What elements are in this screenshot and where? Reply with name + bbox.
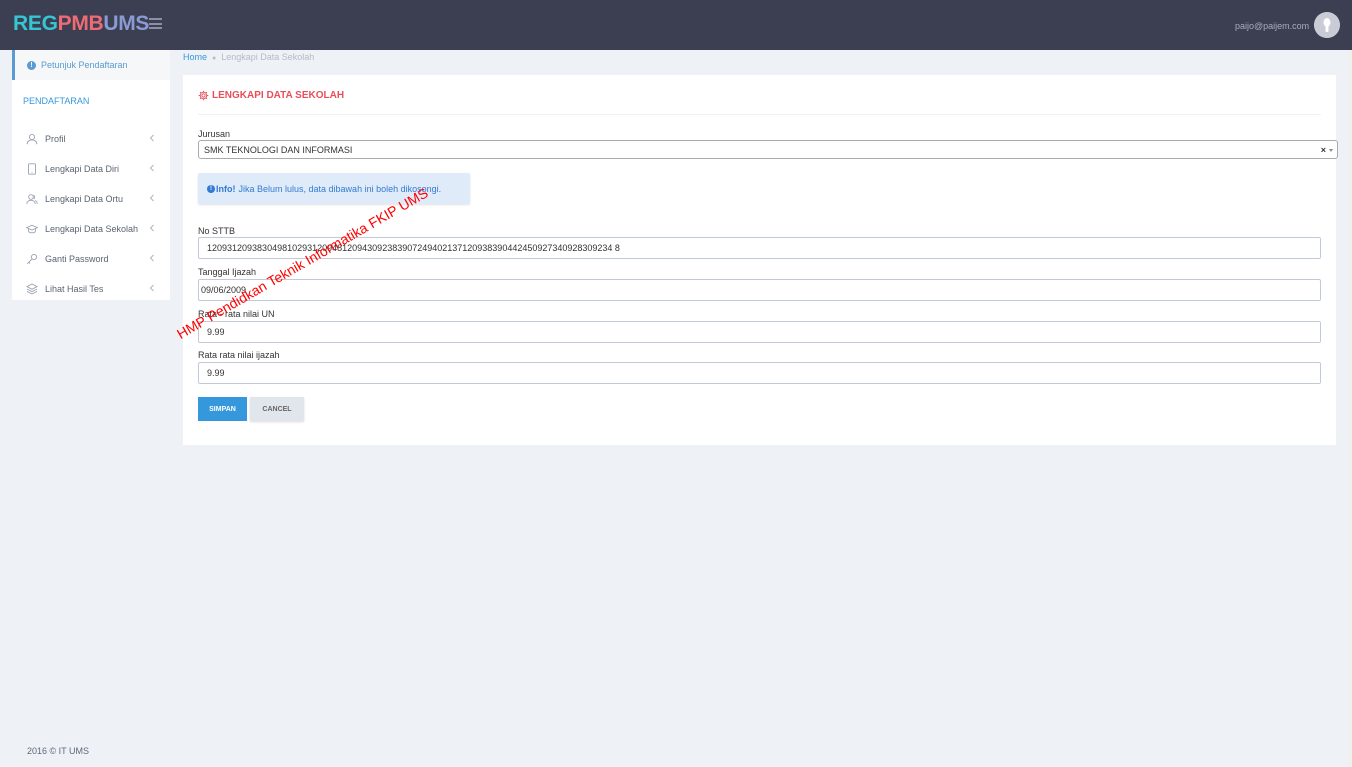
cancel-button[interactable]: CANCEL — [250, 397, 304, 421]
users-icon — [25, 193, 38, 206]
page-scrollbar[interactable] — [1348, 50, 1352, 767]
sidebar: ! Petunjuk Pendaftaran PENDAFTARAN Profi… — [12, 50, 170, 300]
logo-part-reg: REG — [13, 12, 58, 35]
chevron-left-icon — [149, 254, 154, 262]
info-alert: ! Info! Jika Belum lulus, data dibawah i… — [198, 173, 470, 204]
tanggal-ijazah-label: Tanggal Ijazah — [198, 267, 257, 277]
no-sttb-input[interactable]: 1209312093830498102931209481209430923839… — [198, 237, 1321, 259]
graduation-cap-icon — [25, 223, 38, 236]
jurusan-select[interactable]: SMK TEKNOLOGI DAN INFORMASI × — [198, 140, 1338, 159]
breadcrumb: Home ● Lengkapi Data Sekolah — [183, 52, 314, 62]
sidebar-item-label: Petunjuk Pendaftaran — [41, 60, 128, 70]
panel-title-text: LENGKAPI DATA SEKOLAH — [212, 90, 345, 101]
sidebar-item-label: Profil — [45, 134, 66, 144]
info-icon: ! — [27, 60, 36, 70]
nilai-ijazah-input[interactable]: 9.99 — [198, 362, 1321, 384]
sidebar-item-label: Lihat Hasil Tes — [45, 284, 104, 294]
avatar[interactable] — [1314, 12, 1340, 38]
sidebar-item-petunjuk[interactable]: ! Petunjuk Pendaftaran — [12, 50, 170, 80]
sidebar-item-label: Lengkapi Data Diri — [45, 164, 120, 174]
chevron-left-icon — [149, 284, 154, 292]
layers-icon — [25, 283, 38, 296]
user-email[interactable]: paijo@paijem.com — [1235, 21, 1309, 31]
alert-strong: Info! — [216, 183, 236, 194]
user-avatar-icon — [1314, 12, 1340, 38]
sidebar-item-data-sekolah[interactable]: Lengkapi Data Sekolah — [12, 214, 170, 244]
tablet-icon — [25, 163, 38, 176]
sidebar-item-ganti-password[interactable]: Ganti Password — [12, 244, 170, 274]
footer-copyright: 2016 © IT UMS — [27, 746, 89, 756]
top-navbar: REGPMBUMS paijo@paijem.com — [0, 0, 1352, 50]
sidebar-item-profil[interactable]: Profil — [12, 124, 170, 154]
chevron-left-icon — [149, 194, 154, 202]
gear-icon — [198, 90, 209, 101]
jurusan-selected-value: SMK TEKNOLOGI DAN INFORMASI — [204, 144, 353, 155]
clear-selection-icon[interactable]: × — [1321, 145, 1326, 155]
save-button[interactable]: SIMPAN — [198, 397, 247, 421]
sidebar-item-hasil-tes[interactable]: Lihat Hasil Tes — [12, 274, 170, 304]
breadcrumb-current: Lengkapi Data Sekolah — [221, 52, 315, 62]
tanggal-ijazah-input[interactable]: 09/06/2009 — [198, 279, 1321, 301]
divider — [198, 114, 1321, 115]
breadcrumb-home-link[interactable]: Home — [183, 52, 207, 62]
logo-part-pmb: PMB — [57, 12, 104, 35]
alert-text: Jika Belum lulus, data dibawah ini boleh… — [238, 183, 442, 194]
sidebar-item-label: Ganti Password — [45, 254, 109, 264]
info-icon: ! — [207, 184, 215, 193]
sidebar-item-data-diri[interactable]: Lengkapi Data Diri — [12, 154, 170, 184]
no-sttb-label: No STTB — [198, 226, 236, 236]
chevron-left-icon — [149, 164, 154, 172]
chevron-left-icon — [149, 134, 154, 142]
sidebar-item-data-ortu[interactable]: Lengkapi Data Ortu — [12, 184, 170, 214]
sidebar-heading: PENDAFTARAN — [23, 96, 90, 106]
logo-part-ums: UMS — [103, 12, 150, 35]
jurusan-label: Jurusan — [198, 129, 231, 139]
sidebar-item-label: Lengkapi Data Ortu — [45, 194, 124, 204]
breadcrumb-separator-icon: ● — [212, 55, 217, 62]
sidebar-item-label: Lengkapi Data Sekolah — [45, 224, 139, 234]
panel-title: LENGKAPI DATA SEKOLAH — [198, 90, 344, 101]
logo[interactable]: REGPMBUMS — [13, 12, 149, 36]
menu-toggle-icon[interactable] — [149, 18, 162, 29]
nilai-ijazah-label: Rata rata nilai ijazah — [198, 350, 280, 360]
form-panel: LENGKAPI DATA SEKOLAH Jurusan SMK TEKNOL… — [183, 75, 1338, 445]
key-icon — [25, 253, 38, 266]
nilai-un-label: Rata - rata nilai UN — [198, 309, 275, 319]
chevron-left-icon — [149, 224, 154, 232]
dropdown-arrow-icon[interactable] — [1329, 149, 1333, 152]
user-icon — [25, 133, 38, 146]
nilai-un-input[interactable]: 9.99 — [198, 321, 1321, 343]
